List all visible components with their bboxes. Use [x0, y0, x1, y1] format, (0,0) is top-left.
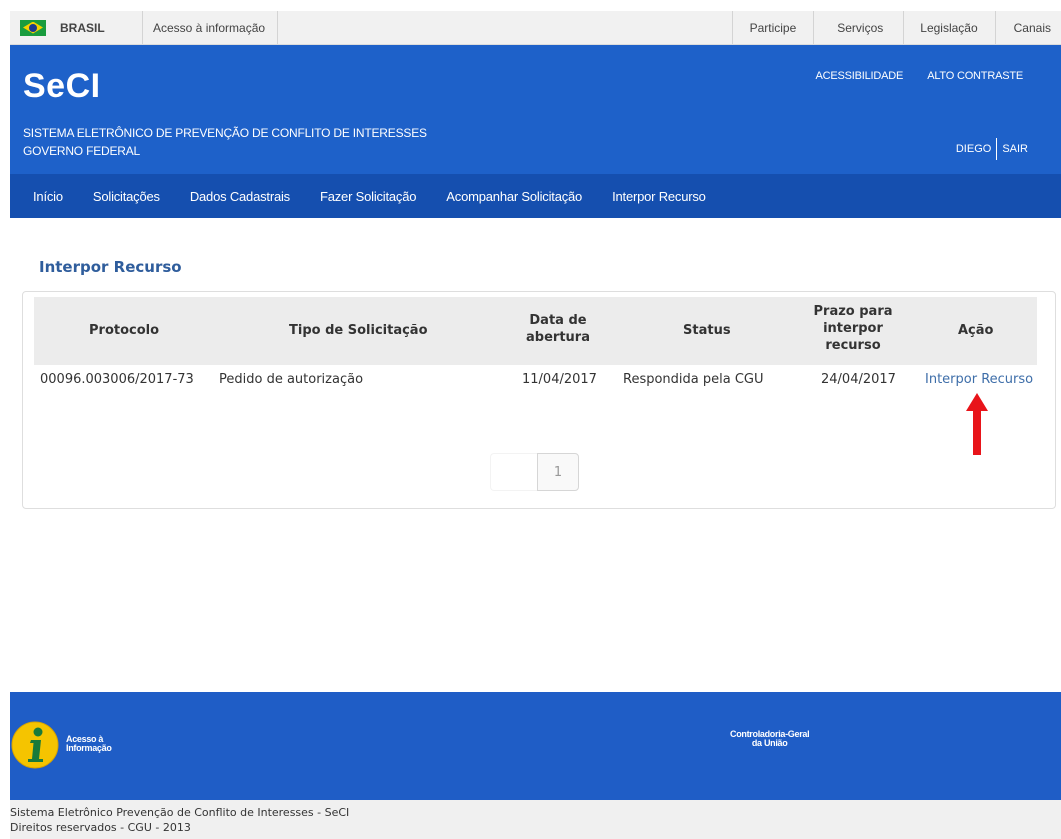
cgu-logo-text[interactable]: Controladoria-Geral da União — [730, 730, 810, 748]
cell-protocolo: 00096.003006/2017-73 — [40, 372, 194, 387]
header-top-links: ACESSIBILIDADE ALTO CONTRASTE — [816, 70, 1024, 82]
column-header-protocolo: Protocolo — [89, 323, 160, 338]
high-contrast-link[interactable]: ALTO CONTRASTE — [927, 70, 1023, 82]
copyright-line-1: Sistema Eletrônico Prevenção de Conflito… — [10, 806, 350, 819]
logout-link[interactable]: SAIR — [1002, 143, 1028, 155]
column-header-prazo-line-1: Prazo para — [813, 304, 893, 319]
column-header-prazo-line-2: interpor — [823, 321, 883, 336]
subtitle-line-1: SISTEMA ELETRÔNICO DE PREVENÇÃO DE CONFL… — [23, 126, 427, 140]
participe-link[interactable]: Participe — [733, 11, 815, 44]
site-footer: Acesso à Informação Controladoria-Geral … — [10, 692, 1061, 800]
system-subtitle: SISTEMA ELETRÔNICO DE PREVENÇÃO DE CONFL… — [23, 124, 427, 160]
gov-bar-spacer — [278, 11, 733, 44]
servicos-link[interactable]: Serviços — [814, 11, 905, 44]
nav-item-fazer-solicitacao[interactable]: Fazer Solicitação — [320, 189, 417, 204]
seci-logo[interactable]: SeCI — [23, 67, 101, 106]
nav-item-inicio[interactable]: Início — [33, 189, 63, 204]
pagination-prev[interactable] — [490, 453, 537, 491]
brasil-link[interactable]: BRASIL — [10, 11, 143, 44]
column-header-acao: Ação — [958, 323, 994, 338]
nav-item-solicitacoes[interactable]: Solicitações — [93, 189, 160, 204]
nav-item-interpor-recurso[interactable]: Interpor Recurso — [612, 189, 706, 204]
copyright-bar: Sistema Eletrônico Prevenção de Conflito… — [10, 800, 1061, 839]
gov-bar: BRASIL Acesso à informação Participe Ser… — [10, 11, 1061, 45]
legislacao-link[interactable]: Legislação — [904, 11, 996, 44]
cell-tipo: Pedido de autorização — [219, 372, 364, 387]
brazil-flag-icon — [20, 19, 46, 36]
access-info-link[interactable]: Acesso à informação — [143, 11, 279, 44]
user-name-link[interactable]: DIEGO — [956, 143, 991, 155]
pagination: 1 — [490, 453, 579, 491]
column-header-prazo: Prazo para interpor recurso — [813, 303, 893, 354]
column-header-data-line-2: abertura — [526, 330, 590, 345]
brasil-label: BRASIL — [60, 20, 105, 35]
red-arrow-annotation-icon — [966, 393, 988, 455]
nav-item-dados-cadastrais[interactable]: Dados Cadastrais — [190, 189, 290, 204]
user-links: DIEGO SAIR — [956, 138, 1028, 160]
acesso-informacao-logo-icon[interactable] — [11, 721, 59, 769]
cell-data: 11/04/2017 — [522, 372, 597, 387]
interpor-recurso-link[interactable]: Interpor Recurso — [925, 372, 1033, 387]
ai-line-2: Informação — [66, 743, 112, 753]
nav-item-acompanhar-solicitacao[interactable]: Acompanhar Solicitação — [446, 189, 582, 204]
subtitle-line-2: GOVERNO FEDERAL — [23, 144, 141, 158]
recurso-table-panel: Protocolo Tipo de Solicitação Data de ab… — [22, 291, 1056, 509]
copyright-line-2: Direitos reservados - CGU - 2013 — [10, 821, 191, 834]
canais-link[interactable]: Canais — [996, 11, 1061, 44]
column-header-tipo: Tipo de Solicitação — [289, 323, 428, 338]
cell-prazo: 24/04/2017 — [821, 372, 896, 387]
site-header: SeCI SISTEMA ELETRÔNICO DE PREVENÇÃO DE … — [10, 45, 1061, 174]
page-title: Interpor Recurso — [39, 258, 182, 276]
pagination-page-button[interactable]: 1 — [537, 453, 579, 491]
cell-status: Respondida pela CGU — [623, 372, 764, 387]
column-header-prazo-line-3: recurso — [825, 338, 881, 353]
column-header-data-line-1: Data de — [529, 313, 587, 328]
main-nav: Início Solicitações Dados Cadastrais Faz… — [10, 174, 1061, 218]
user-links-divider — [996, 138, 998, 160]
accessibility-link[interactable]: ACESSIBILIDADE — [816, 70, 904, 82]
column-header-data: Data de abertura — [523, 312, 593, 346]
cgu-line-2: da União — [751, 738, 788, 748]
acesso-informacao-text: Acesso à Informação — [66, 735, 112, 753]
column-header-status: Status — [683, 323, 731, 338]
